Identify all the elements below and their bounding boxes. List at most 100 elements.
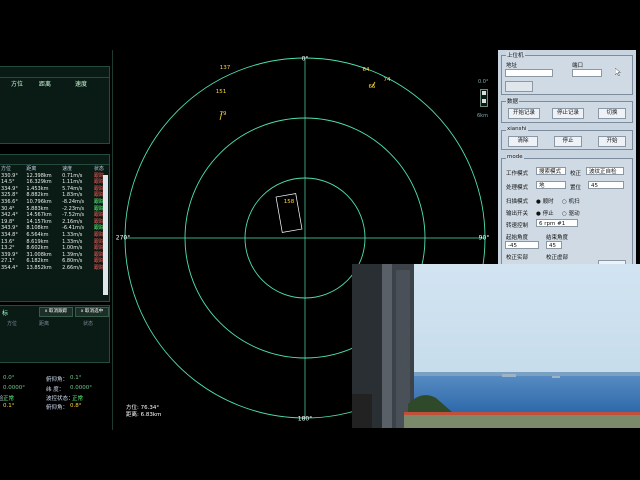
connect-button[interactable] xyxy=(505,81,533,92)
tracked-targets-table: 方位 距离 速度 状态 330.9° 12.398km 0.71m/s 跟踪 14.5°… xyxy=(0,166,109,272)
table-row[interactable]: 13.6° 8.619km 1.33m/s 跟踪 xyxy=(0,239,109,246)
switch-opt1-label: 停止 xyxy=(542,211,554,217)
table-row[interactable]: 343.9° 8.108km -6.41m/s 跟踪 xyxy=(0,225,109,232)
cell-azimuth: 354.4° xyxy=(1,264,18,271)
cell-speed: 6.80m/s xyxy=(62,258,83,265)
cell-distance: 12.398km xyxy=(26,172,52,179)
table-row[interactable]: 336.6° 10.796km -8.24m/s 跟踪 xyxy=(0,199,109,206)
cell-distance: 16.329km xyxy=(26,179,52,186)
mode-group: mode 工作模式 搜索模式 校正 波纹正自检 处理模式 地 置位 45 扫描模… xyxy=(501,154,633,270)
scale-bottom-label: 6km xyxy=(477,113,488,119)
scale-up-icon[interactable] xyxy=(482,91,486,95)
target-label[interactable]: 158 xyxy=(284,199,295,205)
cell-distance: 6.564km xyxy=(26,231,49,238)
process-mode-select[interactable]: 地 xyxy=(536,181,566,189)
cell-distance: 8.619km xyxy=(26,238,49,245)
switch-opt2-radio[interactable]: ○ 驱动 xyxy=(562,209,580,217)
cell-azimuth: 19.8° xyxy=(1,218,15,225)
table-row[interactable]: 27.1° 6.182km 6.80m/s 跟踪 xyxy=(0,258,109,265)
cell-distance: 8.882km xyxy=(26,192,49,199)
table-row[interactable]: 330.9° 12.398km 0.71m/s 跟踪 xyxy=(0,173,109,180)
pitch-value: 0.1° xyxy=(70,375,82,381)
angle-value: 0.8° xyxy=(70,403,82,409)
cell-speed: 2.16m/s xyxy=(62,218,83,225)
scan-opt1-radio[interactable]: ● 顺时 xyxy=(536,197,554,205)
cell-azimuth: 334.9° xyxy=(1,185,18,192)
latitude-value: 0.0000° xyxy=(70,385,92,391)
stop-record-button[interactable]: 停止记录 xyxy=(552,108,584,119)
scale-top-label: 0.0° xyxy=(478,79,489,85)
table-row[interactable]: 334.9° 1.453km 5.74m/s 跟踪 xyxy=(0,186,109,193)
work-mode-select[interactable]: 搜索模式 xyxy=(536,167,566,175)
col-distance: 距离 xyxy=(26,166,37,172)
top-targets-header-bar xyxy=(0,67,109,78)
table-row[interactable]: 13.2° 8.602km 1.00m/s 跟踪 xyxy=(0,245,109,252)
pitch-label: 俯仰角： xyxy=(46,377,69,383)
angle-label: 俯仰角： xyxy=(46,405,69,411)
table-row[interactable]: 334.8° 6.564km 1.33m/s 跟踪 xyxy=(0,232,109,239)
range-scale-control[interactable] xyxy=(480,89,488,107)
table-row[interactable]: 325.8° 8.882km 1.83m/s 跟踪 xyxy=(0,192,109,199)
start-record-button[interactable]: 开始记录 xyxy=(508,108,540,119)
switch-button[interactable]: 切换 xyxy=(598,108,626,119)
cell-azimuth: 343.9° xyxy=(1,225,18,232)
switch-opt2-label: 驱动 xyxy=(568,211,580,217)
end-angle-label: 结束角度 xyxy=(546,235,569,241)
start-angle-label: 起始角度 xyxy=(506,235,529,241)
table-row[interactable]: 14.5° 16.329km 1.11m/s 跟踪 xyxy=(0,179,109,186)
switch-opt1-radio[interactable]: ● 停止 xyxy=(536,209,554,217)
bearing-label-east: 90° xyxy=(478,234,490,242)
target-label[interactable]: 74 xyxy=(384,77,391,83)
scale-down-icon[interactable] xyxy=(482,99,486,103)
mouse-cursor-icon xyxy=(615,68,621,76)
cell-speed: 2.66m/s xyxy=(62,264,83,271)
display-group-title: xianshi xyxy=(506,126,528,132)
status-block: 0.0° 0.0000° 检 正常 0.1° 俯仰角： 0.1° 纬 度： 0.… xyxy=(0,372,110,412)
start-button[interactable]: 开始 xyxy=(598,136,626,147)
selected-targets-panel: 标 x 取消跟踪 x 取消选中 方位 距离 状态 xyxy=(0,305,110,363)
table-row[interactable]: 342.4° 14.567km -7.52m/s 跟踪 xyxy=(0,212,109,219)
cell-azimuth: 13.2° xyxy=(1,245,15,252)
cancel-track-button[interactable]: x 取消跟踪 xyxy=(39,307,73,317)
table-row[interactable]: 19.8° 14.157km 2.16m/s 跟踪 xyxy=(0,219,109,226)
target-label[interactable]: 79 xyxy=(220,111,227,117)
cell-speed: 5.74m/s xyxy=(62,185,83,192)
target-label[interactable]: 151 xyxy=(216,89,227,95)
end-angle-input[interactable]: 45 xyxy=(546,241,562,249)
cell-azimuth: 30.4° xyxy=(1,205,15,212)
panel-title: 标 xyxy=(2,310,9,317)
cell-speed: 1.83m/s xyxy=(62,192,83,199)
port-input[interactable] xyxy=(572,69,602,77)
speed-select[interactable]: 6 rpm #1 xyxy=(536,219,578,227)
degree-value: 0.1° xyxy=(3,403,15,409)
camera-feed-image xyxy=(352,264,640,428)
scan-opt2-radio[interactable]: ○ 机扫 xyxy=(562,197,580,205)
cell-speed: 1.00m/s xyxy=(62,245,83,252)
cell-distance: 6.182km xyxy=(26,258,49,265)
position-input[interactable]: 45 xyxy=(588,181,624,189)
host-group-title: 上位机 xyxy=(506,51,525,59)
cell-azimuth: 336.6° xyxy=(1,198,18,205)
cancel-select-button[interactable]: x 取消选中 xyxy=(75,307,109,317)
work-mode-label: 工作模式 xyxy=(506,171,529,177)
address-input[interactable] xyxy=(505,69,553,77)
table-scrollbar[interactable] xyxy=(103,175,108,295)
table-row[interactable]: 30.4° 5.883km -2.23m/s 跟踪 xyxy=(0,206,109,213)
beam-status-value: 正常 xyxy=(72,396,84,402)
port-label: 端口 xyxy=(572,63,584,69)
cell-azimuth: 325.8° xyxy=(1,192,18,199)
target-label[interactable]: 65 xyxy=(369,84,376,90)
calib-select[interactable]: 波纹正自检 xyxy=(586,167,624,175)
tracked-header-bar xyxy=(0,155,109,165)
scan-mode-label: 扫描模式 xyxy=(506,199,529,205)
process-mode-label: 处理模式 xyxy=(506,185,529,191)
cell-distance: 14.567km xyxy=(26,212,52,219)
table-row[interactable]: 339.9° 31.008km 1.39m/s 跟踪 xyxy=(0,252,109,259)
stop-button[interactable]: 停止 xyxy=(554,136,582,147)
target-label[interactable]: 137 xyxy=(220,65,231,71)
start-angle-input[interactable]: -45 xyxy=(505,241,539,249)
cell-distance: 8.602km xyxy=(26,245,49,252)
target-label[interactable]: 64 xyxy=(363,67,370,73)
clear-button[interactable]: 清除 xyxy=(508,136,538,147)
table-row[interactable]: 354.4° 13.852km 2.66m/s 跟踪 xyxy=(0,265,109,272)
